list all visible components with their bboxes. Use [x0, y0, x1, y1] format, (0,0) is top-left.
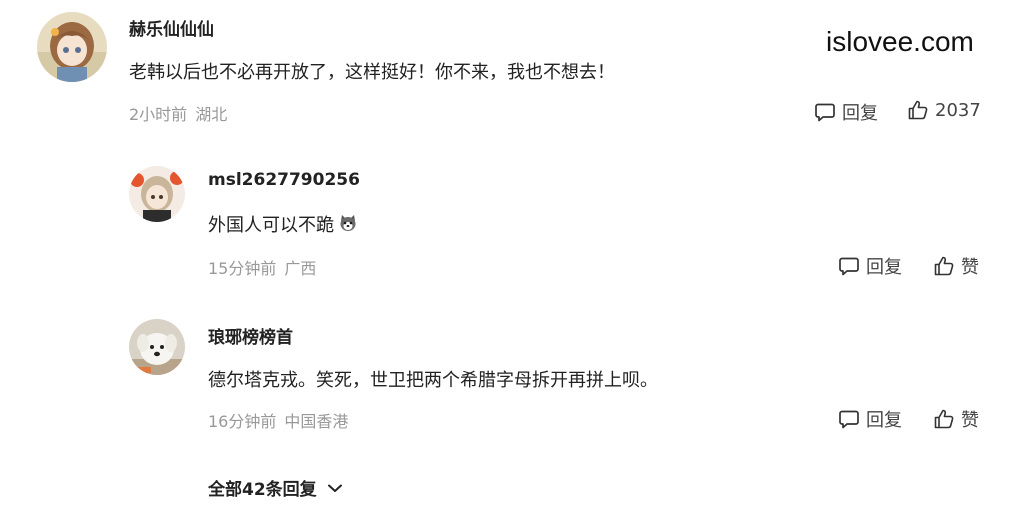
avatar[interactable] [37, 12, 107, 82]
comment-location: 广西 [284, 259, 317, 278]
comment-meta: 2小时前 湖北 [129, 101, 227, 125]
watermark-text: islovee.com [826, 26, 974, 57]
comment-location: 中国香港 [284, 412, 349, 431]
comment-time: 16分钟前 [208, 412, 277, 431]
comment-time: 15分钟前 [208, 259, 277, 278]
husky-dog-emoji-icon [338, 213, 358, 238]
expand-replies-label: 全部42条回复 [208, 480, 317, 500]
comment-bubble-icon [839, 410, 859, 429]
avatar[interactable] [129, 319, 185, 375]
username[interactable]: msl2627790256 [208, 170, 360, 190]
avatar[interactable] [129, 166, 185, 222]
comment-text-body: 外国人可以不跪 [208, 215, 334, 236]
like-label: 赞 [961, 410, 979, 431]
like-button[interactable]: 赞 [933, 406, 979, 432]
thumbs-up-icon [934, 409, 954, 429]
username[interactable]: 赫乐仙仙仙 [129, 15, 214, 40]
like-button[interactable]: 2037 [907, 99, 981, 121]
comment-text: 德尔塔克戎。笑死，世卫把两个希腊字母拆开再拼上呗。 [208, 370, 658, 391]
comment-time: 2小时前 [129, 105, 188, 124]
like-count: 2037 [935, 99, 981, 121]
comment-location: 湖北 [195, 105, 228, 124]
comment-text: 老韩以后也不必再开放了，这样挺好！你不来，我也不想去！ [129, 62, 615, 83]
chevron-down-icon [327, 484, 342, 492]
comment-bubble-icon [839, 257, 859, 276]
expand-replies-button[interactable]: 全部42条回复 [208, 475, 345, 500]
like-label: 赞 [961, 257, 979, 278]
reply-button[interactable]: 回复 [838, 253, 902, 279]
thumbs-up-icon [934, 256, 954, 276]
comment-text: 外国人可以不跪 [208, 211, 358, 238]
reply-button[interactable]: 回复 [814, 99, 878, 125]
thumbs-up-icon [908, 100, 928, 120]
comment-meta: 15分钟前 广西 [208, 255, 316, 279]
reply-label: 回复 [842, 103, 878, 124]
username[interactable]: 琅琊榜榜首 [208, 323, 293, 348]
reply-label: 回复 [866, 257, 902, 278]
comment-bubble-icon [815, 103, 835, 122]
comment-meta: 16分钟前 中国香港 [208, 408, 348, 432]
reply-label: 回复 [866, 410, 902, 431]
reply-button[interactable]: 回复 [838, 406, 902, 432]
like-button[interactable]: 赞 [933, 253, 979, 279]
